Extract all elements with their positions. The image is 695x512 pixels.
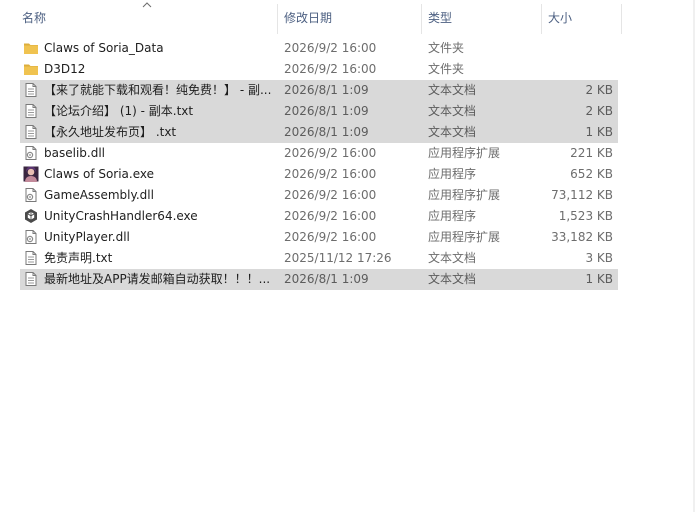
file-row[interactable]: Claws of Soria_Data 2026/9/2 16:00 文件夹 xyxy=(20,38,618,59)
file-row[interactable]: 【来了就能下载和观看！纯免费！】 - 副... 2026/8/1 1:09 文本文档… xyxy=(20,80,618,101)
file-size: 2 KB xyxy=(585,104,613,118)
file-size: 3 KB xyxy=(585,251,613,265)
file-size xyxy=(540,59,613,80)
file-row[interactable]: UnityPlayer.dll 2026/9/2 16:00 应用程序扩展 33,18… xyxy=(20,227,618,248)
file-modified-date: 2026/8/1 1:09 xyxy=(284,125,369,139)
file-size: 1 KB xyxy=(585,272,613,286)
folder-icon xyxy=(23,40,39,56)
file-type: 文本文档 xyxy=(428,272,477,286)
file-type: 应用程序扩展 xyxy=(428,230,501,244)
file-name-cell[interactable]: UnityCrashHandler64.exe xyxy=(23,206,273,227)
file-name: UnityCrashHandler64.exe xyxy=(44,209,198,223)
file-size: 652 KB xyxy=(570,167,613,181)
file-row[interactable]: 最新地址及APP请发邮箱自动获取！！！... 2026/8/1 1:09 文本文档 1… xyxy=(20,269,618,290)
file-name-cell[interactable]: 【永久地址发布页】 .txt xyxy=(23,122,273,143)
file-name: GameAssembly.dll xyxy=(44,188,154,202)
file-row[interactable]: GameAssembly.dll 2026/9/2 16:00 应用程序扩展 73,1… xyxy=(20,185,618,206)
file-size: 33,182 KB xyxy=(551,230,613,244)
file-size: 73,112 KB xyxy=(551,188,613,202)
file-name-cell[interactable]: baselib.dll xyxy=(23,143,273,164)
text-file-icon xyxy=(23,124,39,140)
dll-file-icon xyxy=(23,229,39,245)
file-explorer-details-view: 名称 修改日期 类型 大小 Claws of Soria_Data 2026/9/… xyxy=(0,0,695,512)
file-list: Claws of Soria_Data 2026/9/2 16:00 文件夹 D3D1… xyxy=(20,38,618,290)
file-modified-date: 2026/8/1 1:09 xyxy=(284,272,369,286)
file-name: 免责声明.txt xyxy=(44,251,113,265)
file-row[interactable]: D3D12 2026/9/2 16:00 文件夹 xyxy=(20,59,618,80)
file-name-cell[interactable]: 免责声明.txt xyxy=(23,248,273,269)
game-app-icon xyxy=(23,166,39,182)
file-type: 文本文档 xyxy=(428,251,477,265)
file-row[interactable]: 【永久地址发布页】 .txt 2026/8/1 1:09 文本文档 1 KB xyxy=(20,122,618,143)
file-type: 文件夹 xyxy=(428,62,465,76)
column-divider[interactable] xyxy=(621,4,622,34)
file-type: 文本文档 xyxy=(428,83,477,97)
file-name: D3D12 xyxy=(44,62,86,76)
file-modified-date: 2026/9/2 16:00 xyxy=(284,230,377,244)
dll-file-icon xyxy=(23,187,39,203)
file-name-cell[interactable]: Claws of Soria.exe xyxy=(23,164,273,185)
text-file-icon xyxy=(23,103,39,119)
file-name: 【论坛介绍】 (1) - 副本.txt xyxy=(44,104,194,118)
file-type: 文本文档 xyxy=(428,104,477,118)
file-name-cell[interactable]: 最新地址及APP请发邮箱自动获取！！！... xyxy=(23,269,273,290)
column-divider[interactable] xyxy=(277,4,278,34)
file-size xyxy=(540,38,613,59)
text-file-icon xyxy=(23,250,39,266)
file-size: 2 KB xyxy=(585,83,613,97)
file-name-cell[interactable]: 【论坛介绍】 (1) - 副本.txt xyxy=(23,101,273,122)
file-name: 最新地址及APP请发邮箱自动获取！！！... xyxy=(44,272,271,286)
file-row[interactable]: 【论坛介绍】 (1) - 副本.txt 2026/8/1 1:09 文本文档 2 KB xyxy=(20,101,618,122)
file-modified-date: 2026/9/2 16:00 xyxy=(284,41,377,55)
file-modified-date: 2026/9/2 16:00 xyxy=(284,146,377,160)
file-name: baselib.dll xyxy=(44,146,105,160)
column-header-date[interactable]: 修改日期 xyxy=(284,0,420,36)
file-size: 221 KB xyxy=(570,146,613,160)
file-name: UnityPlayer.dll xyxy=(44,230,130,244)
file-modified-date: 2025/11/12 17:26 xyxy=(284,251,392,265)
file-name-cell[interactable]: Claws of Soria_Data xyxy=(23,38,273,59)
file-name: Claws of Soria.exe xyxy=(44,167,155,181)
file-type: 应用程序扩展 xyxy=(428,146,501,160)
file-name: 【来了就能下载和观看！纯免费！】 - 副... xyxy=(44,83,272,97)
file-type: 文本文档 xyxy=(428,125,477,139)
file-name-cell[interactable]: 【来了就能下载和观看！纯免费！】 - 副... xyxy=(23,80,273,101)
file-name: 【永久地址发布页】 .txt xyxy=(44,125,177,139)
dll-file-icon xyxy=(23,145,39,161)
file-modified-date: 2026/9/2 16:00 xyxy=(284,62,377,76)
file-type: 应用程序扩展 xyxy=(428,188,501,202)
file-modified-date: 2026/8/1 1:09 xyxy=(284,83,369,97)
file-row[interactable]: Claws of Soria.exe 2026/9/2 16:00 应用程序 652 … xyxy=(20,164,618,185)
file-modified-date: 2026/9/2 16:00 xyxy=(284,209,377,223)
file-modified-date: 2026/9/2 16:00 xyxy=(284,188,377,202)
file-row[interactable]: baselib.dll 2026/9/2 16:00 应用程序扩展 221 KB xyxy=(20,143,618,164)
folder-icon xyxy=(23,61,39,77)
file-row[interactable]: 免责声明.txt 2025/11/12 17:26 文本文档 3 KB xyxy=(20,248,618,269)
file-name-cell[interactable]: UnityPlayer.dll xyxy=(23,227,273,248)
column-divider[interactable] xyxy=(421,4,422,34)
file-name-cell[interactable]: GameAssembly.dll xyxy=(23,185,273,206)
file-type: 应用程序 xyxy=(428,209,477,223)
column-divider[interactable] xyxy=(541,4,542,34)
unity-app-icon xyxy=(23,208,39,224)
column-header-type[interactable]: 类型 xyxy=(428,0,540,36)
column-header-name[interactable]: 名称 xyxy=(22,0,276,36)
file-name: Claws of Soria_Data xyxy=(44,41,164,55)
file-size: 1 KB xyxy=(585,125,613,139)
file-name-cell[interactable]: D3D12 xyxy=(23,59,273,80)
file-row[interactable]: UnityCrashHandler64.exe 2026/9/2 16:00 应用程… xyxy=(20,206,618,227)
file-size: 1,523 KB xyxy=(558,209,613,223)
file-modified-date: 2026/9/2 16:00 xyxy=(284,167,377,181)
file-modified-date: 2026/8/1 1:09 xyxy=(284,104,369,118)
text-file-icon xyxy=(23,271,39,287)
column-header-bar: 名称 修改日期 类型 大小 xyxy=(0,0,622,36)
file-type: 应用程序 xyxy=(428,167,477,181)
text-file-icon xyxy=(23,82,39,98)
column-header-size[interactable]: 大小 xyxy=(548,0,620,36)
file-type: 文件夹 xyxy=(428,41,465,55)
